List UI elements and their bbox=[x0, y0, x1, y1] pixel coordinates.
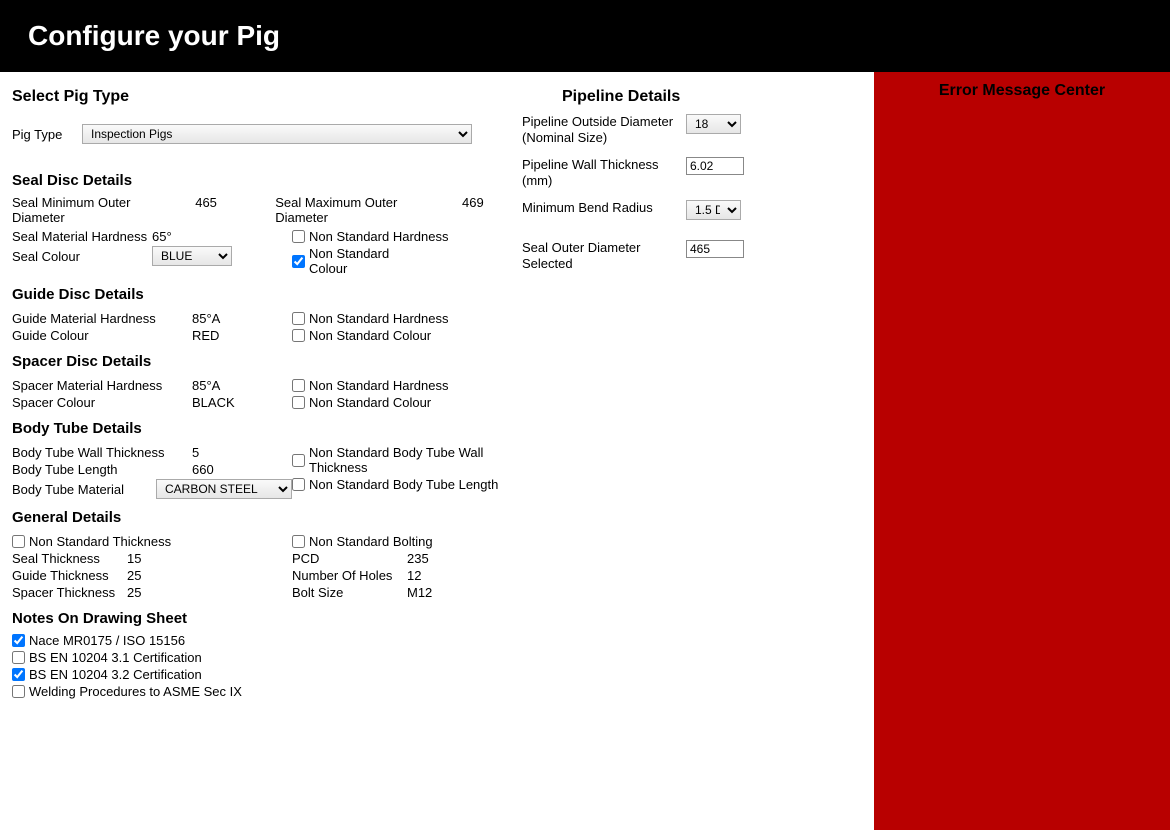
left-column: Select Pig Type Pig Type Inspection Pigs… bbox=[12, 82, 512, 820]
guide-disc-heading: Guide Disc Details bbox=[12, 286, 512, 303]
pipeline-wall-input[interactable] bbox=[686, 157, 744, 175]
spacer-ns-colour-label: Non Standard Colour bbox=[309, 395, 431, 410]
body-tube-heading: Body Tube Details bbox=[12, 420, 512, 437]
seal-hardness-value: 65° bbox=[152, 229, 202, 244]
note-bs31-label: BS EN 10204 3.1 Certification bbox=[29, 650, 202, 665]
general-ns-bolting-label: Non Standard Bolting bbox=[309, 534, 433, 549]
seal-disc-heading: Seal Disc Details bbox=[12, 172, 512, 189]
body-ns-length-label: Non Standard Body Tube Length bbox=[309, 477, 498, 492]
body-wall-value: 5 bbox=[192, 445, 242, 460]
guide-hardness-value: 85°A bbox=[192, 311, 242, 326]
note-bs31-checkbox[interactable] bbox=[12, 651, 25, 664]
spacer-ns-hardness-checkbox[interactable] bbox=[292, 379, 305, 392]
body-ns-wall-checkbox[interactable] bbox=[292, 454, 305, 467]
pig-type-heading: Select Pig Type bbox=[12, 88, 512, 106]
body-ns-wall-label: Non Standard Body Tube Wall Thickness bbox=[309, 445, 512, 475]
seal-ns-colour-checkbox[interactable] bbox=[292, 255, 305, 268]
pipeline-heading: Pipeline Details bbox=[562, 88, 862, 106]
body-length-label: Body Tube Length bbox=[12, 462, 192, 477]
note-nace-checkbox[interactable] bbox=[12, 634, 25, 647]
seal-max-value: 469 bbox=[462, 195, 512, 225]
guide-thick-value: 25 bbox=[127, 568, 177, 583]
guide-hardness-label: Guide Material Hardness bbox=[12, 311, 192, 326]
guide-ns-colour-checkbox[interactable] bbox=[292, 329, 305, 342]
spacer-ns-colour-checkbox[interactable] bbox=[292, 396, 305, 409]
pipeline-bend-select[interactable]: 1.5 D bbox=[686, 200, 741, 220]
spacer-hardness-value: 85°A bbox=[192, 378, 242, 393]
pig-type-select[interactable]: Inspection Pigs bbox=[82, 124, 472, 144]
form-area: Select Pig Type Pig Type Inspection Pigs… bbox=[0, 72, 874, 830]
notes-heading: Notes On Drawing Sheet bbox=[12, 610, 512, 627]
right-column: Pipeline Details Pipeline Outside Diamet… bbox=[522, 82, 862, 820]
body-material-select[interactable]: CARBON STEEL bbox=[156, 479, 292, 499]
error-panel-title: Error Message Center bbox=[939, 82, 1105, 99]
seal-selected-label: Seal Outer Diameter Selected bbox=[522, 240, 686, 271]
seal-colour-label: Seal Colour bbox=[12, 249, 152, 264]
seal-min-value: 465 bbox=[195, 195, 245, 225]
body-length-value: 660 bbox=[192, 462, 242, 477]
body-wall-label: Body Tube Wall Thickness bbox=[12, 445, 192, 460]
pcd-label: PCD bbox=[292, 551, 407, 566]
pipeline-bend-label: Minimum Bend Radius bbox=[522, 200, 686, 216]
page-title: Configure your Pig bbox=[28, 20, 280, 51]
general-ns-thickness-checkbox[interactable] bbox=[12, 535, 25, 548]
note-nace-label: Nace MR0175 / ISO 15156 bbox=[29, 633, 185, 648]
seal-colour-select[interactable]: BLUE bbox=[152, 246, 232, 266]
note-bs32-label: BS EN 10204 3.2 Certification bbox=[29, 667, 202, 682]
bolt-label: Bolt Size bbox=[292, 585, 407, 600]
holes-value: 12 bbox=[407, 568, 457, 583]
spacer-colour-value: BLACK bbox=[192, 395, 242, 410]
guide-thick-label: Guide Thickness bbox=[12, 568, 127, 583]
general-ns-bolting-checkbox[interactable] bbox=[292, 535, 305, 548]
holes-label: Number Of Holes bbox=[292, 568, 407, 583]
pig-type-label: Pig Type bbox=[12, 127, 82, 142]
pipeline-wall-label: Pipeline Wall Thickness (mm) bbox=[522, 157, 686, 188]
spacer-disc-heading: Spacer Disc Details bbox=[12, 353, 512, 370]
guide-colour-value: RED bbox=[192, 328, 242, 343]
spacer-colour-label: Spacer Colour bbox=[12, 395, 192, 410]
spacer-ns-hardness-label: Non Standard Hardness bbox=[309, 378, 448, 393]
main-container: Select Pig Type Pig Type Inspection Pigs… bbox=[0, 72, 1170, 830]
guide-ns-hardness-checkbox[interactable] bbox=[292, 312, 305, 325]
seal-hardness-label: Seal Material Hardness bbox=[12, 229, 152, 244]
pipeline-diameter-select[interactable]: 18 bbox=[686, 114, 741, 134]
spacer-thick-label: Spacer Thickness bbox=[12, 585, 127, 600]
general-heading: General Details bbox=[12, 509, 512, 526]
page-header: Configure your Pig bbox=[0, 0, 1170, 72]
body-material-label: Body Tube Material bbox=[12, 482, 156, 497]
general-ns-thickness-label: Non Standard Thickness bbox=[29, 534, 171, 549]
pipeline-diameter-label: Pipeline Outside Diameter (Nominal Size) bbox=[522, 114, 686, 145]
seal-selected-input[interactable] bbox=[686, 240, 744, 258]
seal-ns-hardness-checkbox[interactable] bbox=[292, 230, 305, 243]
guide-ns-colour-label: Non Standard Colour bbox=[309, 328, 431, 343]
spacer-hardness-label: Spacer Material Hardness bbox=[12, 378, 192, 393]
note-welding-label: Welding Procedures to ASME Sec IX bbox=[29, 684, 242, 699]
seal-min-label: Seal Minimum Outer Diameter bbox=[12, 195, 183, 225]
seal-thick-value: 15 bbox=[127, 551, 177, 566]
spacer-thick-value: 25 bbox=[127, 585, 177, 600]
guide-colour-label: Guide Colour bbox=[12, 328, 192, 343]
note-welding-checkbox[interactable] bbox=[12, 685, 25, 698]
seal-ns-colour-label: Non Standard Colour bbox=[309, 246, 409, 276]
note-bs32-checkbox[interactable] bbox=[12, 668, 25, 681]
seal-thick-label: Seal Thickness bbox=[12, 551, 127, 566]
seal-ns-hardness-label: Non Standard Hardness bbox=[309, 229, 448, 244]
pcd-value: 235 bbox=[407, 551, 457, 566]
guide-ns-hardness-label: Non Standard Hardness bbox=[309, 311, 448, 326]
body-ns-length-checkbox[interactable] bbox=[292, 478, 305, 491]
seal-max-label: Seal Maximum Outer Diameter bbox=[275, 195, 450, 225]
error-panel: Error Message Center bbox=[874, 72, 1170, 830]
bolt-value: M12 bbox=[407, 585, 457, 600]
